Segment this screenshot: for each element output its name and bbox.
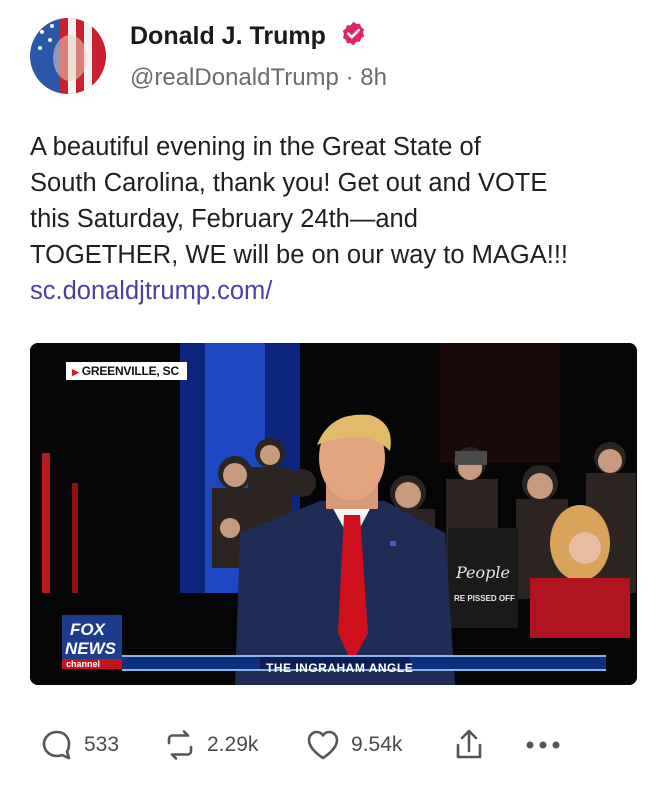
logo-text: NEWS — [65, 639, 117, 658]
location-badge: ▶ GREENVILLE, SC — [66, 362, 187, 380]
reply-icon — [42, 730, 71, 760]
post-text-line: A beautiful evening in the Great State o… — [30, 133, 481, 161]
handle[interactable]: @realDonaldTrump — [130, 64, 339, 91]
play-triangle-icon: ▶ — [72, 367, 79, 377]
shirt-text: RE PISSED OFF — [454, 594, 515, 603]
post-text-line: this Saturday, February 24th—and — [30, 205, 418, 233]
like-count: 9.54k — [351, 733, 403, 756]
avatar-image — [30, 18, 106, 94]
avatar[interactable] — [30, 18, 106, 94]
location-text: GREENVILLE, SC — [81, 364, 179, 378]
repost-icon — [167, 730, 193, 760]
reply-button[interactable]: 533 — [40, 725, 119, 765]
more-icon — [526, 741, 560, 749]
verified-badge-icon — [342, 21, 364, 46]
display-name-text: Donald J. Trump — [130, 22, 326, 50]
repost-count: 2.29k — [207, 733, 259, 756]
logo-text: FOX — [70, 620, 107, 639]
action-bar: 533 2.29k 9.54k — [0, 725, 667, 765]
more-options-button[interactable] — [524, 725, 564, 765]
logo-text: channel — [66, 659, 100, 669]
post-text-line: South Carolina, thank you! Get out and V… — [30, 169, 548, 197]
show-title: THE INGRAHAM ANGLE — [266, 661, 414, 675]
share-button[interactable] — [452, 725, 486, 765]
share-icon — [456, 729, 482, 759]
post-card: Donald J. Trump @realDonaldTrump · 8h A … — [0, 0, 667, 800]
reply-count: 533 — [84, 733, 120, 756]
heart-icon — [307, 730, 339, 760]
video-media[interactable]: People RE PISSED OFF ▶ GREENVILLE, SC FOX… — [30, 343, 637, 685]
fox-news-logo: FOX NEWS channel — [62, 615, 122, 669]
post-text: A beautiful evening in the Great State o… — [30, 129, 650, 309]
timestamp[interactable]: 8h — [360, 64, 387, 91]
post-link[interactable]: sc.donaldjtrump.com/ — [30, 273, 650, 309]
separator: · — [345, 64, 354, 91]
repost-button[interactable]: 2.29k — [163, 725, 258, 765]
like-button[interactable]: 9.54k — [305, 725, 402, 765]
shirt-text: People — [455, 563, 510, 582]
handle-line: @realDonaldTrump · 8h — [130, 64, 387, 92]
post-text-line: TOGETHER, WE will be on our way to MAGA!… — [30, 241, 569, 269]
display-name[interactable]: Donald J. Trump — [130, 20, 367, 51]
